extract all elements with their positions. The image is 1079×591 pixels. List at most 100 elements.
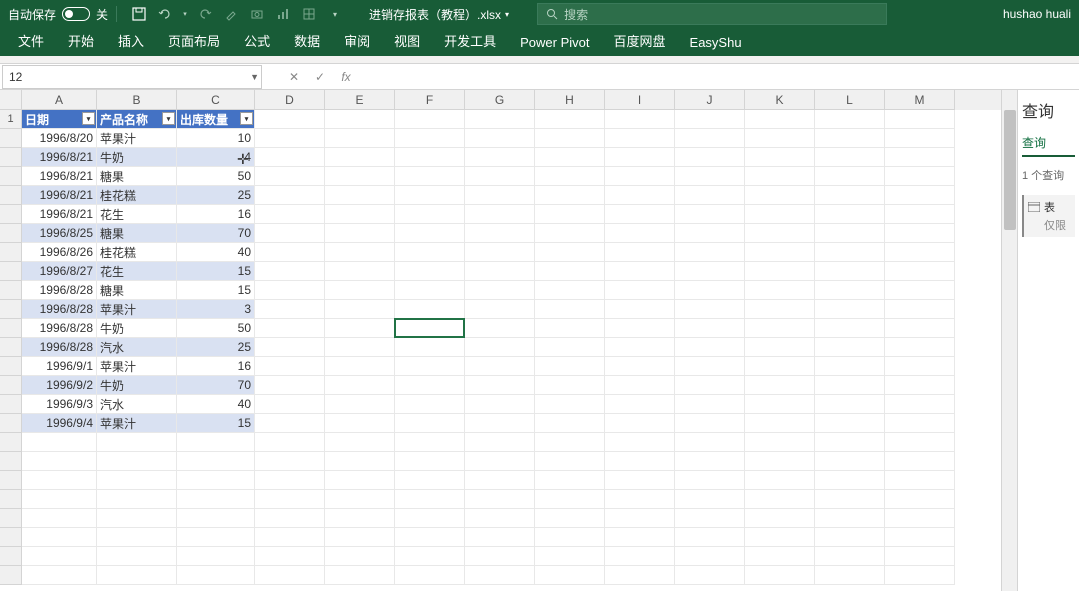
cell[interactable] [815, 300, 885, 319]
cell[interactable] [22, 433, 97, 452]
cell[interactable] [325, 471, 395, 490]
cell[interactable]: 1996/9/3 [22, 395, 97, 414]
row-header[interactable] [0, 395, 22, 414]
cell[interactable] [885, 490, 955, 509]
cell[interactable] [325, 243, 395, 262]
cell[interactable] [675, 566, 745, 585]
cell[interactable] [885, 566, 955, 585]
cell[interactable] [395, 281, 465, 300]
cell[interactable]: 桂花糕 [97, 186, 177, 205]
cell[interactable] [535, 243, 605, 262]
cell[interactable] [745, 433, 815, 452]
cell[interactable] [605, 452, 675, 471]
cell[interactable] [605, 528, 675, 547]
cell[interactable] [745, 243, 815, 262]
cell[interactable] [395, 243, 465, 262]
cell[interactable] [465, 376, 535, 395]
cell[interactable]: 16 [177, 357, 255, 376]
cell[interactable] [395, 224, 465, 243]
cell[interactable]: 25 [177, 338, 255, 357]
cell[interactable] [675, 414, 745, 433]
cell[interactable] [605, 205, 675, 224]
table-header-出库数量[interactable]: 出库数量▾ [177, 110, 255, 129]
cell[interactable] [605, 186, 675, 205]
cell[interactable] [97, 471, 177, 490]
cell[interactable] [815, 186, 885, 205]
cell[interactable] [325, 547, 395, 566]
row-header[interactable] [0, 566, 22, 585]
cell[interactable]: 70 [177, 376, 255, 395]
cell[interactable]: 1996/8/21 [22, 205, 97, 224]
cell[interactable] [325, 490, 395, 509]
cell[interactable] [815, 262, 885, 281]
cell[interactable] [395, 433, 465, 452]
cell[interactable] [605, 357, 675, 376]
cell[interactable] [325, 167, 395, 186]
grid-icon[interactable] [299, 4, 319, 24]
cell[interactable]: 1996/9/1 [22, 357, 97, 376]
tab-power-pivot[interactable]: Power Pivot [510, 29, 599, 56]
cell[interactable] [535, 566, 605, 585]
cell[interactable]: 苹果汁 [97, 129, 177, 148]
cell[interactable] [815, 148, 885, 167]
cell[interactable] [815, 509, 885, 528]
cell[interactable] [465, 338, 535, 357]
column-header-F[interactable]: F [395, 90, 465, 110]
cell[interactable] [395, 167, 465, 186]
cell[interactable] [325, 319, 395, 338]
cell[interactable] [177, 528, 255, 547]
cell[interactable] [177, 566, 255, 585]
cell[interactable] [255, 186, 325, 205]
cell[interactable] [815, 471, 885, 490]
cell[interactable] [465, 509, 535, 528]
cell[interactable] [255, 129, 325, 148]
cell[interactable] [255, 205, 325, 224]
cell[interactable] [325, 186, 395, 205]
save-icon[interactable] [129, 4, 149, 24]
cell[interactable] [745, 338, 815, 357]
row-header[interactable] [0, 414, 22, 433]
cell[interactable] [675, 528, 745, 547]
select-all-corner[interactable] [0, 90, 22, 110]
cell[interactable] [255, 452, 325, 471]
cell[interactable] [395, 110, 465, 129]
cell[interactable] [675, 547, 745, 566]
cell[interactable] [325, 357, 395, 376]
cell[interactable] [325, 148, 395, 167]
cell[interactable] [675, 395, 745, 414]
cell[interactable] [395, 357, 465, 376]
cell[interactable] [885, 167, 955, 186]
cell[interactable] [675, 129, 745, 148]
table-header-产品名称[interactable]: 产品名称▾ [97, 110, 177, 129]
row-header[interactable] [0, 186, 22, 205]
cell[interactable] [605, 338, 675, 357]
cell[interactable] [255, 262, 325, 281]
cell[interactable] [675, 433, 745, 452]
cell[interactable] [465, 110, 535, 129]
cell[interactable] [535, 395, 605, 414]
cell[interactable] [22, 490, 97, 509]
column-header-I[interactable]: I [605, 90, 675, 110]
cell[interactable]: 1996/9/4 [22, 414, 97, 433]
cell[interactable] [255, 547, 325, 566]
cell[interactable] [255, 167, 325, 186]
cell[interactable] [255, 338, 325, 357]
cell[interactable] [325, 262, 395, 281]
cell[interactable] [745, 167, 815, 186]
cell[interactable] [885, 224, 955, 243]
cell[interactable] [535, 300, 605, 319]
scrollbar-thumb[interactable] [1004, 110, 1016, 230]
cell[interactable] [255, 471, 325, 490]
column-header-L[interactable]: L [815, 90, 885, 110]
cell[interactable] [745, 471, 815, 490]
row-header[interactable]: 1 [0, 110, 22, 129]
cell[interactable] [325, 300, 395, 319]
tab-公式[interactable]: 公式 [234, 25, 280, 56]
cell[interactable] [675, 262, 745, 281]
cell[interactable] [395, 262, 465, 281]
cell[interactable] [395, 528, 465, 547]
cell[interactable] [745, 566, 815, 585]
cell[interactable] [395, 205, 465, 224]
undo-dropdown-icon[interactable]: ▾ [181, 4, 189, 24]
cell[interactable] [885, 376, 955, 395]
